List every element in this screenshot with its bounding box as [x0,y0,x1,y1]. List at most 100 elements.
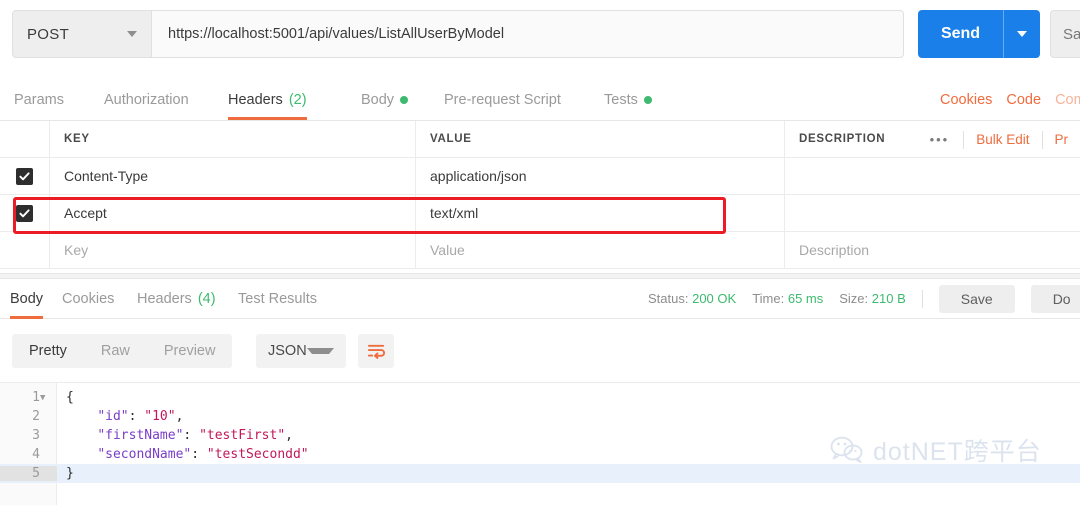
body-view-pretty[interactable]: Pretty [12,334,84,368]
send-button[interactable]: Send [918,10,1040,58]
response-tab-test-results[interactable]: Test Results [238,279,317,319]
body-view-raw[interactable]: Raw [84,334,147,368]
row-value-text: application/json [430,168,527,184]
row-checkbox[interactable] [16,167,33,185]
code-text: "id": "10", [97,409,184,424]
word-wrap-button[interactable] [358,334,394,368]
check-icon [19,171,30,180]
chevron-down-icon [1017,31,1027,37]
table-row[interactable]: Content-Type application/json [0,158,1080,195]
tab-body[interactable]: Body [361,80,409,120]
status-label: Status: [648,291,689,306]
row-key-cell[interactable]: Accept [50,195,416,231]
http-method-dropdown[interactable]: POST [12,10,152,58]
response-download-button[interactable]: Do [1030,284,1080,313]
time-label: Time: [752,291,785,306]
code-text: { [66,390,74,405]
body-view-preview[interactable]: Preview [147,334,233,368]
tab-tests[interactable]: Tests [604,80,652,120]
table-header-row: KEY VALUE DESCRIPTION ••• Bulk Edit Pr [0,121,1080,158]
line-number: 5 [0,466,57,481]
tab-label: Pre-request Script [444,92,561,108]
time-value: 65 ms [787,291,824,306]
table-tools: ••• Bulk Edit Pr [916,121,1080,158]
tab-label: Headers [228,92,283,108]
row-value-cell[interactable]: text/xml [416,195,785,231]
tab-count: (4) [197,291,216,307]
row-description-cell[interactable] [785,158,1080,194]
new-row-key-placeholder: Key [64,242,89,258]
row-key-text: Content-Type [64,168,149,184]
modified-dot-icon [643,96,652,104]
description-column-header: DESCRIPTION ••• Bulk Edit Pr [785,121,1080,157]
table-row[interactable]: Accept text/xml [0,195,1080,232]
new-row-value-cell[interactable]: Value [416,232,785,268]
request-save-label: Sa [1063,25,1080,43]
new-row-description-cell[interactable]: Description [785,232,1080,268]
code-line: 5} [0,464,1080,483]
table-new-row[interactable]: Key Value Description [0,232,1080,269]
row-description-cell[interactable] [785,195,1080,231]
divider [921,289,923,308]
code-lines: 1 ▼{2 "id": "10", 3 "firstName": "testFirs… [0,388,1080,483]
code-text: } [66,466,74,481]
response-tab-headers[interactable]: Headers (4) [137,279,216,319]
chevron-down-icon [306,348,334,354]
row-key-cell[interactable]: Content-Type [50,158,416,194]
code-text: "firstName": "testFirst", [97,428,293,443]
code-line: 4 "secondName": "testSecondd" [0,445,1080,464]
response-tab-cookies[interactable]: Cookies [62,279,114,319]
cookies-link[interactable]: Cookies [940,92,992,108]
tab-count: (2) [288,92,307,108]
row-checkbox-cell [0,195,50,231]
response-save-button[interactable]: Save [938,284,1015,313]
body-language-dropdown[interactable]: JSON [256,334,346,368]
url-input[interactable]: https://localhost:5001/api/values/ListAl… [152,10,904,58]
bulk-edit-link[interactable]: Bulk Edit [964,132,1041,147]
tab-label: Cookies [62,291,115,307]
new-row-description-placeholder: Description [799,242,870,258]
check-icon [19,208,30,217]
send-options-button[interactable] [1004,31,1040,37]
tab-authorization[interactable]: Authorization [104,80,189,120]
request-url-bar: POST https://localhost:5001/api/values/L… [0,0,1080,68]
headers-table: KEY VALUE DESCRIPTION ••• Bulk Edit Pr C… [0,121,1080,269]
row-checkbox[interactable] [16,204,33,222]
code-line: 3 "firstName": "testFirst", [0,426,1080,445]
comments-link[interactable]: Com [1055,92,1080,108]
send-button-label: Send [940,25,981,42]
row-checkbox-cell [0,232,50,268]
new-row-key-cell[interactable]: Key [50,232,416,268]
request-header-links: Cookies Code Com [940,80,1080,120]
tab-label: Headers [137,291,192,307]
tab-label: Params [14,92,64,108]
description-column-label: DESCRIPTION [799,133,886,145]
size-label: Size: [839,291,869,306]
code-text: "secondName": "testSecondd" [97,447,309,462]
row-value-cell[interactable]: application/json [416,158,785,194]
tab-params[interactable]: Params [14,80,64,120]
size-meta: Size: 210 B [839,291,906,306]
row-key-text: Accept [64,205,107,221]
tab-pre-request-script[interactable]: Pre-request Script [444,80,561,120]
line-number: 2 [32,409,40,424]
response-body-code[interactable]: 1 ▼{2 "id": "10", 3 "firstName": "testFirs… [0,382,1080,505]
response-body-toolbar: Pretty Raw Preview JSON [0,320,1080,382]
response-tabs: Body Cookies Headers (4) Test Results St… [0,279,1080,319]
http-method-label: POST [27,25,70,43]
tab-label: Body [10,291,44,307]
request-save-button[interactable]: Sa [1050,10,1080,58]
tab-headers[interactable]: Headers (2) [228,80,307,120]
value-column-label: VALUE [430,133,472,145]
response-tab-body[interactable]: Body [10,279,44,319]
body-language-label: JSON [268,343,307,359]
row-value-text: text/xml [430,205,479,221]
url-text: https://localhost:5001/api/values/ListAl… [168,26,505,42]
body-view-segmented-control: Pretty Raw Preview [12,334,233,368]
key-column-label: KEY [64,133,90,145]
size-value: 210 B [871,291,906,306]
more-options-icon[interactable]: ••• [916,132,964,147]
presets-link[interactable]: Pr [1043,132,1080,147]
code-link[interactable]: Code [1006,92,1041,108]
fold-toggle-icon[interactable]: ▼ [40,393,45,403]
